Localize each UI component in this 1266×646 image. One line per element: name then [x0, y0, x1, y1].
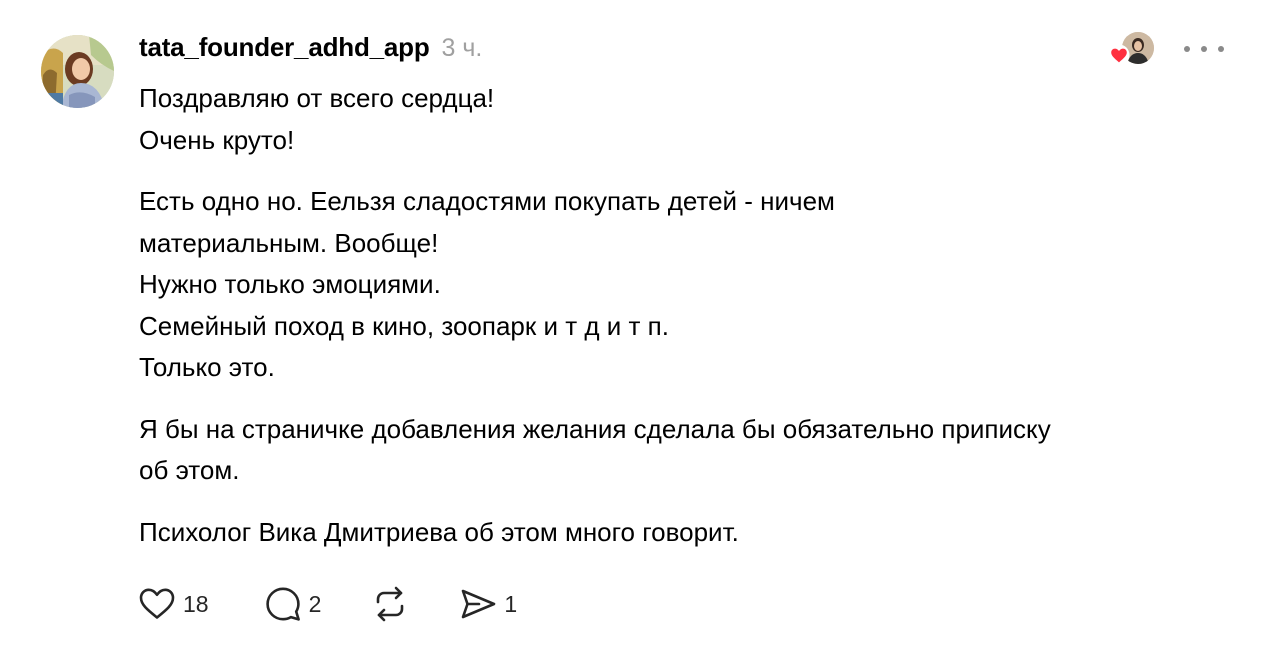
post-text-line: Есть одно но. Еельзя сладостями покупать…	[139, 186, 835, 216]
post-timestamp: 3 ч.	[441, 34, 483, 62]
comment-post: tata_founder_adhd_app 3 ч. Поздравляю от…	[0, 0, 1266, 646]
send-icon	[462, 589, 496, 619]
post-paragraph: Поздравляю от всего сердца! Очень круто!	[139, 78, 1229, 161]
post-text-line: Нужно только эмоциями.	[139, 269, 441, 299]
post-text-line: Только это.	[139, 352, 275, 382]
author-username[interactable]: tata_founder_adhd_app	[139, 32, 430, 63]
avatar-illustration	[41, 35, 114, 108]
post-body: Поздравляю от всего сердца! Очень круто!…	[139, 78, 1229, 573]
liked-by-indicator[interactable]	[1108, 32, 1154, 66]
heart-icon	[1108, 44, 1130, 66]
more-options-button[interactable]	[1184, 38, 1224, 60]
post-text-line: материальным. Вообще!	[139, 227, 439, 258]
dot-icon	[1201, 46, 1207, 52]
heart-icon	[139, 588, 175, 619]
dot-icon	[1218, 46, 1224, 52]
repost-icon	[377, 586, 404, 622]
post-text-line: Очень круто!	[139, 124, 295, 155]
share-button[interactable]: 1	[458, 584, 517, 624]
post-paragraph: Психолог Вика Дмитриева об этом много го…	[139, 512, 1229, 554]
post-text-line: Я бы на страничке добавления желания сде…	[139, 413, 1051, 444]
post-paragraph: Есть одно но. Еельзя сладостями покупать…	[139, 181, 1229, 389]
author-avatar[interactable]	[41, 35, 114, 108]
post-header: tata_founder_adhd_app 3 ч.	[139, 32, 482, 68]
like-count: 18	[183, 590, 209, 617]
reply-button[interactable]: 2	[263, 584, 322, 624]
speech-bubble-icon	[265, 587, 300, 621]
post-text-line: Поздравляю от всего сердца!	[139, 83, 495, 113]
share-count: 1	[504, 590, 518, 617]
post-text-line: Семейный поход в кино, зоопарк и т д и т…	[139, 310, 669, 341]
post-text-line: об этом.	[139, 455, 240, 485]
like-button[interactable]: 18	[137, 584, 209, 624]
repost-button[interactable]	[370, 584, 410, 624]
post-text-line: Психолог Вика Дмитриева об этом много го…	[139, 516, 739, 547]
reply-count: 2	[308, 590, 322, 617]
post-paragraph: Я бы на страничке добавления желания сде…	[139, 409, 1229, 492]
dot-icon	[1184, 46, 1190, 52]
action-bar: 18 2 1	[137, 583, 517, 625]
